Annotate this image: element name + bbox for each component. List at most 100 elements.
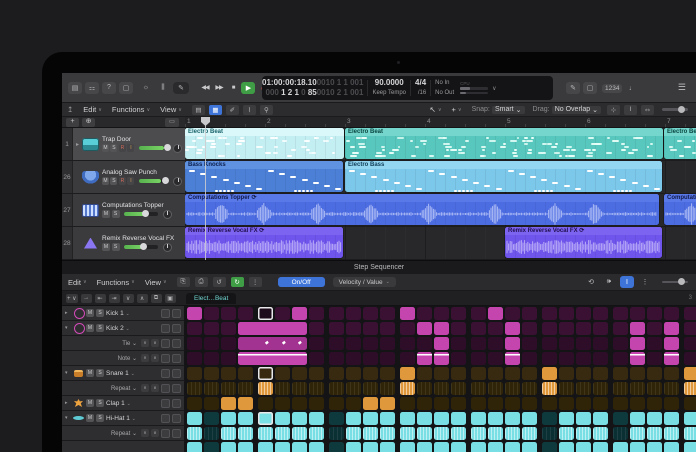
nudge-left-icon[interactable]: ⇤: [95, 294, 106, 303]
step-cell[interactable]: [258, 307, 273, 320]
step-cell[interactable]: [542, 337, 557, 350]
step-cell[interactable]: [613, 427, 628, 440]
step-cell[interactable]: [664, 337, 679, 350]
undo-icon[interactable]: ↺: [213, 277, 226, 287]
sequencer-row-header[interactable]: ▸MSClap 1 ⌄: [62, 396, 185, 411]
step-cell[interactable]: [488, 352, 503, 365]
step-cell[interactable]: [292, 382, 307, 395]
step-cell[interactable]: [309, 382, 324, 395]
decrement-button[interactable]: ∨: [141, 339, 149, 347]
step-cell[interactable]: [258, 427, 273, 440]
step-cell[interactable]: [559, 382, 574, 395]
step-cell[interactable]: [684, 337, 696, 350]
step-cell[interactable]: [471, 352, 486, 365]
step-cell[interactable]: [488, 412, 503, 425]
step-cell[interactable]: [329, 352, 344, 365]
step-cell[interactable]: [380, 442, 395, 452]
step-cell[interactable]: [613, 367, 628, 380]
step-cell[interactable]: [204, 367, 219, 380]
zoom-slider[interactable]: [662, 108, 688, 111]
track-name[interactable]: Computations Topper: [102, 202, 182, 209]
step-cell[interactable]: [488, 367, 503, 380]
region-audio[interactable]: Computations Topper: [664, 194, 696, 225]
drag-select[interactable]: No Overlap⌄: [552, 106, 601, 114]
step-cell[interactable]: [400, 322, 415, 335]
increment-button[interactable]: ∧: [151, 354, 159, 362]
row-solo-button[interactable]: S: [96, 414, 104, 422]
step-cell[interactable]: [400, 442, 415, 452]
step-cell[interactable]: [559, 352, 574, 365]
step-cell[interactable]: [664, 367, 679, 380]
disclosure-icon[interactable]: ▾: [65, 325, 71, 331]
step-cell[interactable]: [417, 337, 432, 350]
step-cell[interactable]: [434, 442, 449, 452]
step-cell[interactable]: [647, 427, 662, 440]
subrow-name[interactable]: Repeat ⌄: [65, 385, 139, 392]
step-cell[interactable]: [417, 367, 432, 380]
step-cell[interactable]: [346, 442, 361, 452]
duplicate-track-button[interactable]: ⊕: [82, 118, 95, 127]
step-cell[interactable]: ◆: [275, 337, 292, 350]
lcd-display[interactable]: 01:00:00:18.10000 1 2 1 0 850010 1 1 001…: [262, 76, 553, 100]
row-name[interactable]: Clap 1 ⌄: [106, 400, 159, 407]
step-cell[interactable]: [292, 307, 307, 320]
step-cell[interactable]: [451, 322, 466, 335]
subrow-option2-icon[interactable]: [172, 354, 181, 363]
up-icon[interactable]: ∧: [137, 294, 148, 303]
step-cell[interactable]: [647, 442, 662, 452]
step-cell[interactable]: [204, 337, 219, 350]
step-cell[interactable]: [613, 352, 628, 365]
step-cell[interactable]: [451, 367, 466, 380]
pattern-tab[interactable]: Elect…Beat: [186, 293, 236, 304]
step-cell[interactable]: [613, 412, 628, 425]
step-cell[interactable]: [542, 397, 557, 410]
step-cell[interactable]: [593, 307, 608, 320]
step-cell[interactable]: [471, 337, 486, 350]
step-cell[interactable]: [204, 382, 219, 395]
back-icon[interactable]: ↥: [67, 105, 73, 114]
step-cell[interactable]: [275, 382, 290, 395]
inspector-icon[interactable]: ▢: [119, 82, 133, 94]
row-name[interactable]: Kick 1 ⌄: [106, 310, 159, 317]
step-cell[interactable]: [309, 307, 324, 320]
step-cell[interactable]: [238, 352, 258, 365]
sequencer-menu-functions[interactable]: Functions ∨: [97, 278, 135, 287]
step-cell[interactable]: [647, 412, 662, 425]
forward-button[interactable]: ▶▶: [213, 82, 225, 94]
step-cell[interactable]: [664, 397, 679, 410]
step-cell[interactable]: [309, 322, 324, 335]
pointer-tool[interactable]: ↖ ∨: [430, 105, 442, 114]
subrow-option-icon[interactable]: [161, 429, 170, 438]
row-name[interactable]: Kick 2 ⌄: [106, 325, 159, 332]
step-cell[interactable]: [542, 412, 557, 425]
step-cell[interactable]: [647, 337, 662, 350]
snap-select[interactable]: Smart⌄: [492, 106, 525, 114]
step-cell[interactable]: [258, 397, 273, 410]
step-cell[interactable]: [363, 367, 378, 380]
step-cell[interactable]: [593, 382, 608, 395]
pan-knob[interactable]: [173, 177, 182, 186]
step-cell[interactable]: [417, 322, 432, 335]
step-cell[interactable]: [522, 412, 537, 425]
step-cell[interactable]: [221, 442, 236, 452]
step-cell[interactable]: [559, 412, 574, 425]
step-cell[interactable]: [505, 397, 520, 410]
region-scatter[interactable]: Electro Beat: [345, 128, 663, 159]
step-cell[interactable]: [684, 307, 696, 320]
track-header[interactable]: ▸Trap DoorMSRI: [73, 128, 185, 160]
add-track-button[interactable]: +: [66, 118, 79, 127]
row-option2-icon[interactable]: [172, 309, 181, 318]
step-cell[interactable]: [471, 322, 486, 335]
step-cell[interactable]: [434, 307, 449, 320]
mute-button[interactable]: M: [102, 144, 109, 152]
row-mute-button[interactable]: M: [86, 414, 94, 422]
step-cell[interactable]: [542, 367, 557, 380]
step-cell[interactable]: [613, 322, 628, 335]
step-cell[interactable]: [684, 397, 696, 410]
arrow-right-icon[interactable]: →: [81, 294, 92, 303]
subrow-name[interactable]: Repeat ⌄: [65, 430, 139, 437]
step-cell[interactable]: [221, 397, 236, 410]
decrement-button[interactable]: ∨: [141, 384, 149, 392]
copy-icon[interactable]: ⎘: [177, 277, 190, 287]
mute-button[interactable]: M: [102, 177, 109, 185]
